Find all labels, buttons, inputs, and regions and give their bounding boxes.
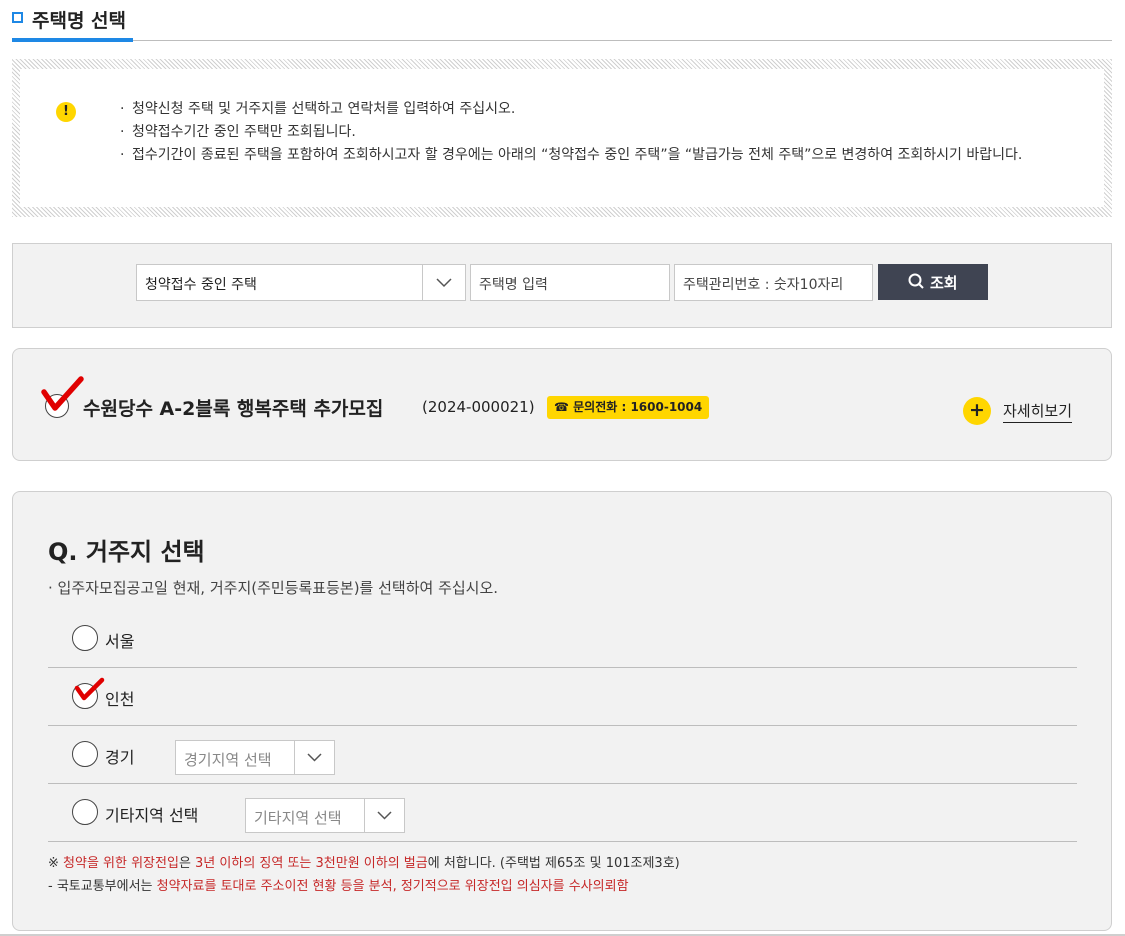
radio-seoul[interactable] xyxy=(72,625,98,651)
residence-title: Q. 거주지 선택 xyxy=(48,538,205,566)
radio-gyeonggi[interactable] xyxy=(72,741,98,767)
option-seoul[interactable]: 서울 xyxy=(48,609,1077,668)
house-card: 수원당수 A-2블록 행복주택 추가모집 (2024-000021) ☎ 문의전… xyxy=(12,348,1112,461)
radio-other[interactable] xyxy=(72,799,98,825)
notice-item: 청약신청 주택 및 거주지를 선택하고 연락처를 입력하여 주십시오. xyxy=(120,98,1080,121)
option-label: 기타지역 선택 xyxy=(105,806,199,825)
house-name-input[interactable]: 주택명 입력 xyxy=(470,264,670,301)
title-underline xyxy=(12,38,133,42)
option-gyeonggi[interactable]: 경기 경기지역 선택 xyxy=(48,725,1077,784)
chevron-down-icon[interactable] xyxy=(422,265,465,300)
notice-box: ! 청약신청 주택 및 거주지를 선택하고 연락처를 입력하여 주십시오. 청약… xyxy=(12,59,1112,217)
square-bullet-icon xyxy=(12,12,23,23)
house-code: (2024-000021) xyxy=(422,398,535,416)
select-value: 기타지역 선택 xyxy=(254,809,342,827)
plus-icon: + xyxy=(963,397,991,425)
option-label: 서울 xyxy=(105,632,135,651)
notice-item: 접수기간이 종료된 주택을 포함하여 조회하시고자 할 경우에는 아래의 “청약… xyxy=(120,144,1080,167)
other-region-select[interactable]: 기타지역 선택 xyxy=(245,798,405,833)
select-value: 경기지역 선택 xyxy=(184,751,272,769)
search-bar: 청약접수 중인 주택 주택명 입력 주택관리번호 : 숫자10자리 조회 xyxy=(12,243,1112,328)
detail-label: 자세히보기 xyxy=(1003,400,1073,423)
residence-description: · 입주자모집공고일 현재, 거주지(주민등록표등본)를 선택하여 주십시오. xyxy=(48,579,499,597)
phone-icon: ☎ xyxy=(554,400,569,414)
house-code-input[interactable]: 주택관리번호 : 숫자10자리 xyxy=(674,264,873,301)
section-header: 주택명 선택 xyxy=(12,0,1112,42)
investigation-notice: - 국토교통부에서는 청약자료를 토대로 주소이전 현황 등을 분석, 정기적으… xyxy=(48,879,629,894)
phone-badge: ☎ 문의전화 : 1600-1004 xyxy=(547,396,710,419)
option-incheon[interactable]: 인천 xyxy=(48,667,1077,726)
search-button[interactable]: 조회 xyxy=(878,264,988,300)
divider xyxy=(133,40,1112,41)
notice-item: 청약접수기간 중인 주택만 조회됩니다. xyxy=(120,121,1080,144)
option-label: 경기 xyxy=(105,748,135,767)
house-type-value: 청약접수 중인 주택 xyxy=(145,277,257,293)
house-name: 수원당수 A-2블록 행복주택 추가모집 xyxy=(83,398,384,420)
checkmark-icon xyxy=(41,376,84,411)
gyeonggi-region-select[interactable]: 경기지역 선택 xyxy=(175,740,335,775)
chevron-down-icon[interactable] xyxy=(294,741,334,774)
legal-warning: ※ 청약을 위한 위장전입은 3년 이하의 징역 또는 3천만원 이하의 벌금에… xyxy=(48,856,680,871)
warning-icon: ! xyxy=(56,102,76,122)
house-type-select[interactable]: 청약접수 중인 주택 xyxy=(136,264,466,301)
residence-card: Q. 거주지 선택 · 입주자모집공고일 현재, 거주지(주민등록표등본)를 선… xyxy=(12,491,1112,931)
checkmark-icon xyxy=(74,677,105,701)
section-title: 주택명 선택 xyxy=(32,10,127,32)
option-other[interactable]: 기타지역 선택 기타지역 선택 xyxy=(48,783,1077,842)
phone-number: 문의전화 : 1600-1004 xyxy=(573,400,703,414)
option-label: 인천 xyxy=(105,690,135,709)
notice-list: 청약신청 주택 및 거주지를 선택하고 연락처를 입력하여 주십시오. 청약접수… xyxy=(120,98,1080,167)
search-icon xyxy=(908,273,925,294)
chevron-down-icon[interactable] xyxy=(364,799,404,832)
detail-link[interactable]: + 자세히보기 xyxy=(963,397,1078,425)
search-button-label: 조회 xyxy=(930,275,958,292)
